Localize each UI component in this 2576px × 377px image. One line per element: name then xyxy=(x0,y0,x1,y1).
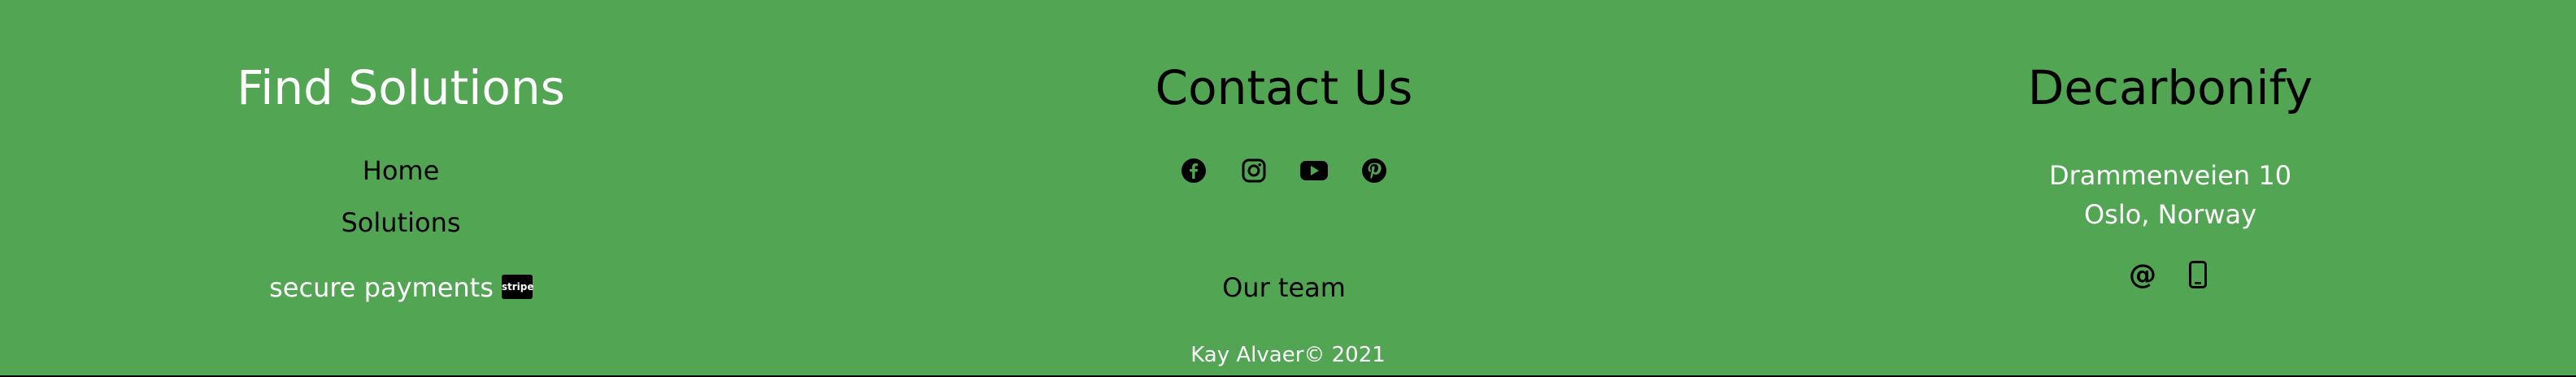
find-solutions-column: Find Solutions Home Solutions secure pay… xyxy=(0,0,802,375)
pinterest-icon[interactable] xyxy=(1360,156,1389,185)
site-footer: Find Solutions Home Solutions secure pay… xyxy=(0,0,2576,377)
facebook-icon[interactable] xyxy=(1179,156,1208,185)
find-solutions-heading: Find Solutions xyxy=(237,60,565,116)
contact-us-heading: Contact Us xyxy=(1155,60,1413,116)
home-link[interactable]: Home xyxy=(0,154,802,187)
address-city: Oslo, Norway xyxy=(2083,199,2257,230)
solutions-link[interactable]: Solutions xyxy=(0,206,802,239)
decarbonify-column: Decarbonify Drammenveien 10 Oslo, Norway… xyxy=(1764,0,2576,375)
address: Drammenveien 10 Oslo, Norway xyxy=(1764,156,2576,234)
contact-methods: @ xyxy=(1764,258,2576,291)
our-team-link[interactable]: Our team xyxy=(841,271,1727,304)
stripe-badge-icon: stripe xyxy=(501,275,534,299)
decarbonify-heading: Decarbonify xyxy=(2027,60,2313,116)
contact-us-column: Contact Us Our team xyxy=(841,0,1727,375)
instagram-icon[interactable] xyxy=(1239,156,1268,185)
email-at-icon[interactable]: @ xyxy=(2128,258,2157,291)
copyright-notice: Kay Alvaer© 2021 xyxy=(1190,343,1386,367)
secure-payments-label: secure payments xyxy=(269,272,494,303)
address-street: Drammenveien 10 xyxy=(2048,160,2292,191)
youtube-icon[interactable] xyxy=(1299,156,1329,185)
secure-payments[interactable]: secure payments stripe xyxy=(0,271,802,304)
social-links xyxy=(841,156,1727,185)
mobile-phone-icon[interactable] xyxy=(2183,258,2213,291)
